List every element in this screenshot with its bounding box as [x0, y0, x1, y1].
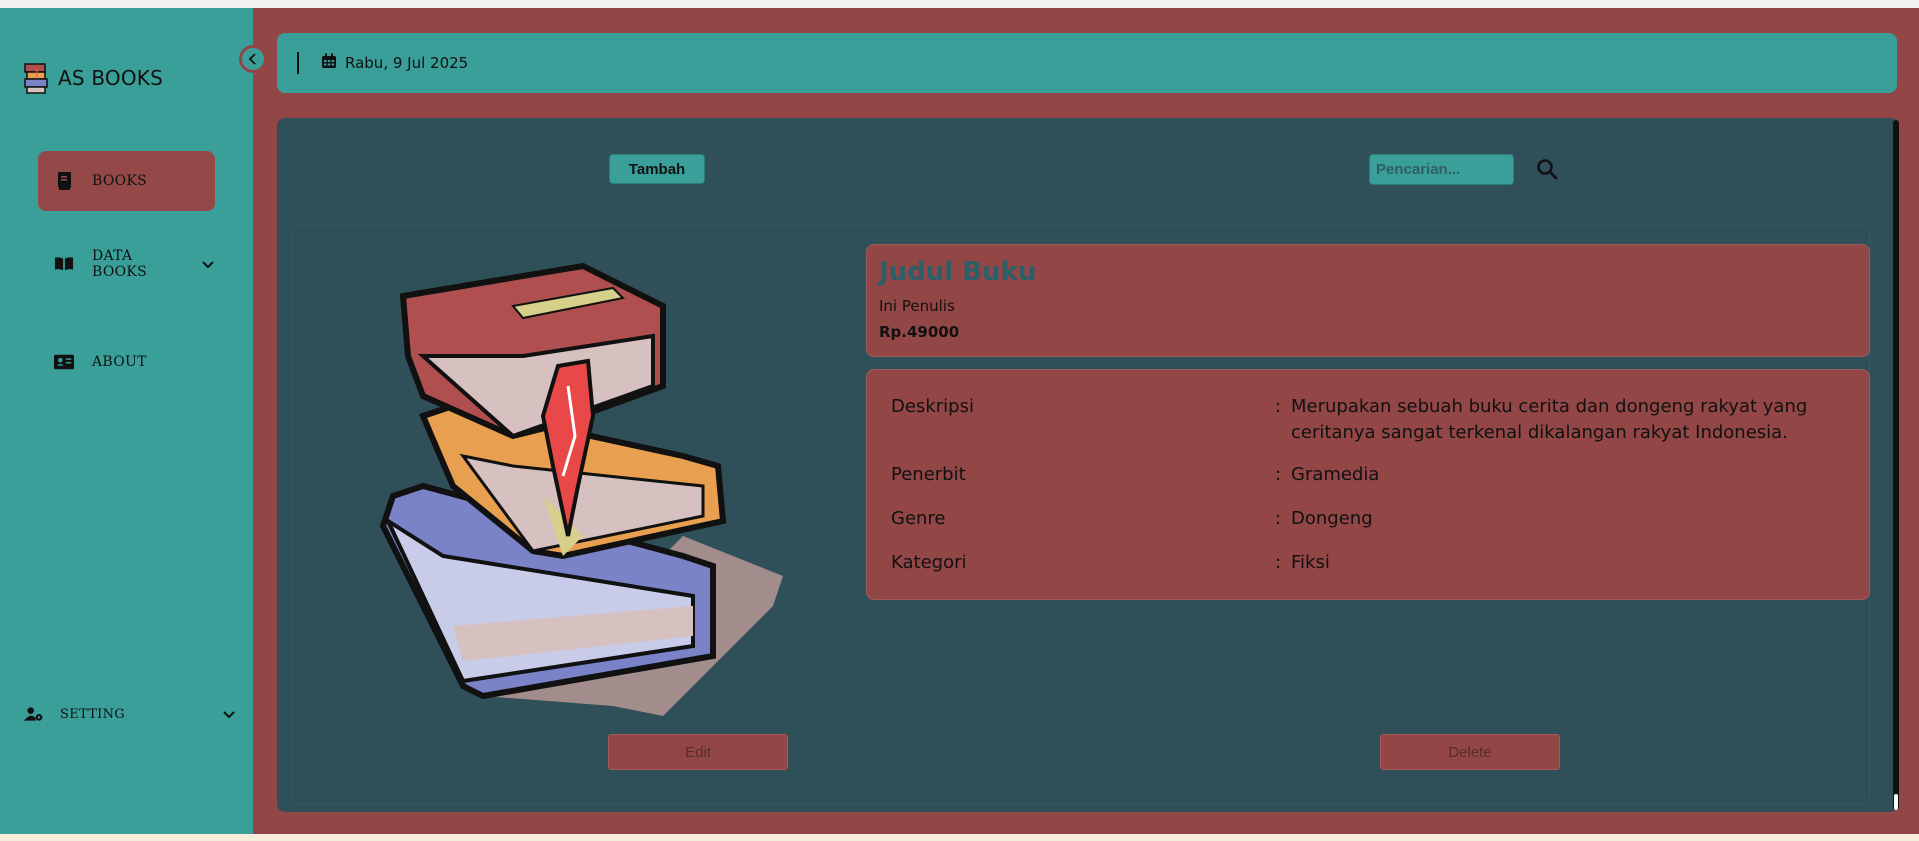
book-card: Judul Buku Ini Penulis Rp.49000 Deskrips…	[293, 226, 1870, 804]
sidebar-item-label: BOOKS	[92, 173, 148, 189]
detail-label: Genre	[891, 508, 946, 529]
add-button[interactable]: Tambah	[609, 154, 705, 184]
open-book-icon	[54, 254, 74, 274]
id-card-icon	[54, 352, 74, 372]
book-price: Rp.49000	[879, 323, 960, 341]
calendar-icon	[321, 53, 337, 73]
scrollbar-thumb[interactable]	[1894, 794, 1898, 810]
sidebar: AS BOOKS BOOKS DATA BOOKS ABOUT SETTING	[0, 8, 253, 834]
book-summary: Judul Buku Ini Penulis Rp.49000	[866, 244, 1870, 357]
vertical-scrollbar[interactable]	[1893, 120, 1899, 810]
sidebar-item-books[interactable]: BOOKS	[38, 151, 215, 211]
detail-label: Deskripsi	[891, 396, 974, 417]
detail-separator: :	[1275, 464, 1282, 485]
window-bottom-strip	[0, 834, 1919, 841]
detail-row-description: Deskripsi : Merupakan sebuah buku cerita…	[891, 394, 1845, 446]
top-bar: Rabu, 9 Jul 2025	[277, 33, 1897, 93]
sidebar-item-label: DATA BOOKS	[92, 248, 148, 280]
detail-row-publisher: Penerbit : Gramedia	[891, 462, 1845, 488]
chevron-left-icon	[248, 53, 256, 65]
search-icon[interactable]	[1536, 158, 1558, 180]
brand-name: AS BOOKS	[58, 66, 163, 90]
chevron-down-icon[interactable]	[222, 705, 236, 724]
detail-label: Kategori	[891, 552, 967, 573]
sidebar-item-setting[interactable]: SETTING	[24, 696, 236, 732]
topbar-divider	[297, 52, 299, 74]
detail-value: Dongeng	[1291, 508, 1373, 529]
search-input[interactable]	[1369, 154, 1514, 185]
sidebar-item-label: ABOUT	[92, 354, 147, 370]
edit-button[interactable]: Edit	[608, 734, 788, 770]
sidebar-item-data-books[interactable]: DATA BOOKS	[38, 234, 215, 294]
detail-separator: :	[1275, 552, 1282, 573]
detail-separator: :	[1275, 396, 1282, 417]
brand[interactable]: AS BOOKS	[22, 60, 163, 96]
detail-row-category: Kategori : Fiksi	[891, 550, 1845, 576]
content-panel: Tambah Judul Buku Ini Penulis	[277, 118, 1899, 812]
chevron-down-icon[interactable]	[201, 255, 215, 274]
user-gear-icon	[24, 704, 44, 724]
detail-value: Gramedia	[1291, 464, 1380, 485]
book-author: Ini Penulis	[879, 297, 955, 315]
book-icon	[54, 171, 74, 191]
sidebar-collapse-button[interactable]	[239, 45, 267, 73]
detail-separator: :	[1275, 508, 1282, 529]
book-cover-image	[379, 262, 783, 716]
current-date: Rabu, 9 Jul 2025	[345, 54, 469, 72]
detail-value: Fiksi	[1291, 552, 1330, 573]
book-title: Judul Buku	[879, 257, 1037, 287]
detail-label: Penerbit	[891, 464, 966, 485]
setting-label: SETTING	[60, 706, 125, 722]
sidebar-item-about[interactable]: ABOUT	[38, 332, 215, 392]
window-top-strip	[0, 0, 1919, 8]
book-details: Deskripsi : Merupakan sebuah buku cerita…	[866, 369, 1870, 600]
detail-value: Merupakan sebuah buku cerita dan dongeng…	[1291, 396, 1808, 443]
detail-row-genre: Genre : Dongeng	[891, 506, 1845, 532]
delete-button[interactable]: Delete	[1380, 734, 1560, 770]
books-logo-icon	[24, 63, 48, 94]
